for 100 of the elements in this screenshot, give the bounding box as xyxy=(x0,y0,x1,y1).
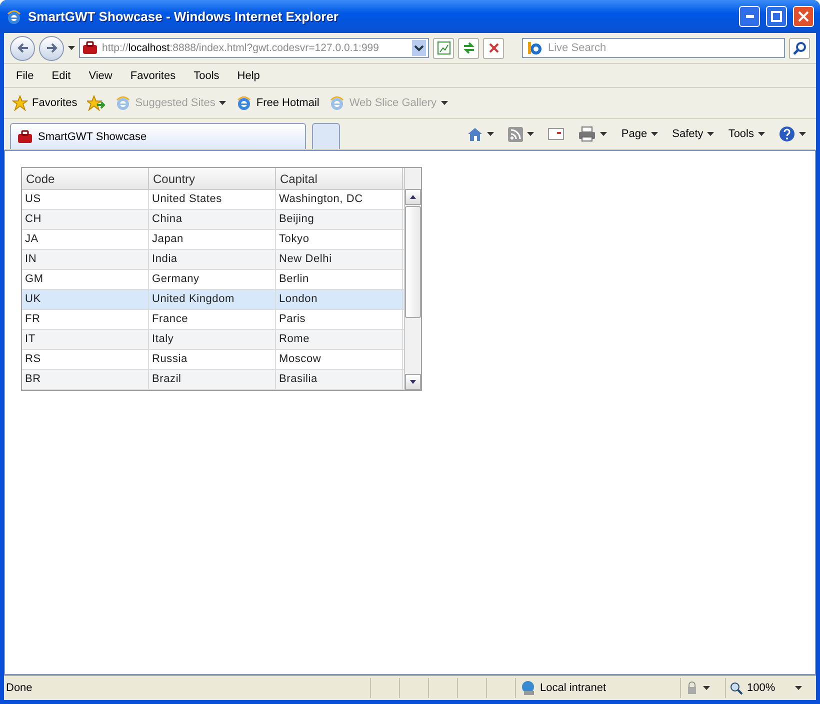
stop-icon xyxy=(488,42,500,54)
scroll-up-button[interactable] xyxy=(405,189,421,205)
help-icon xyxy=(779,126,795,142)
caret-icon xyxy=(703,686,710,690)
table-row[interactable]: IT Italy Rome xyxy=(22,330,404,350)
add-favorite-button[interactable] xyxy=(85,95,108,111)
address-field[interactable]: http://localhost:8888/index.html?gwt.codesvr=127.0.0.1:999 xyxy=(79,38,429,58)
table-cell: Russia xyxy=(149,350,276,369)
scroll-down-button[interactable] xyxy=(405,374,421,390)
forward-button[interactable] xyxy=(39,36,64,60)
menu-item[interactable]: View xyxy=(82,70,118,82)
table-cell: India xyxy=(149,250,276,269)
down-arrow-icon xyxy=(410,380,416,384)
toolbox-icon xyxy=(17,130,33,144)
menu-item[interactable]: Edit xyxy=(46,70,77,82)
caret-icon xyxy=(219,101,226,105)
e-logo-icon xyxy=(6,8,22,24)
caret-icon xyxy=(487,132,494,136)
table-cell: Paris xyxy=(276,310,403,329)
zoom-level-button[interactable]: 100% xyxy=(747,682,776,694)
caret-icon xyxy=(707,132,714,136)
back-button[interactable] xyxy=(10,36,35,60)
table-cell: Germany xyxy=(149,270,276,289)
compatibility-button[interactable] xyxy=(433,38,454,58)
maximize-icon xyxy=(771,11,782,22)
table-cell: Rome xyxy=(276,330,403,349)
table-row[interactable]: US United States Washington, DC xyxy=(22,190,404,210)
search-field[interactable]: Live Search xyxy=(522,38,785,58)
window-title: SmartGWT Showcase - Windows Internet Explorer xyxy=(28,9,340,24)
column-header[interactable]: Country xyxy=(149,168,276,189)
lock-icon xyxy=(685,681,699,695)
column-header[interactable]: Code xyxy=(22,168,149,189)
table-cell: FR xyxy=(22,310,149,329)
table-row[interactable]: RS Russia Moscow xyxy=(22,350,404,370)
e-logo-icon xyxy=(115,95,132,111)
table-cell: UK xyxy=(22,290,149,309)
stop-button[interactable] xyxy=(483,38,504,58)
arrow-right-icon xyxy=(46,42,58,54)
browser-tab[interactable]: SmartGWT Showcase xyxy=(10,123,306,149)
table-row[interactable]: GM Germany Berlin xyxy=(22,270,404,290)
add-favorite-icon xyxy=(87,95,106,111)
toolbox-icon xyxy=(82,41,98,55)
mail-icon xyxy=(548,128,564,140)
table-row[interactable]: IN India New Delhi xyxy=(22,250,404,270)
table-cell: US xyxy=(22,190,149,209)
table-cell: IN xyxy=(22,250,149,269)
table-cell: Beijing xyxy=(276,210,403,229)
table-cell: Tokyo xyxy=(276,230,403,249)
refresh-button[interactable] xyxy=(458,38,479,58)
column-header[interactable]: Capital xyxy=(276,168,403,189)
table-cell: France xyxy=(149,310,276,329)
table-row[interactable]: JA Japan Tokyo xyxy=(22,230,404,250)
menu-item[interactable]: File xyxy=(10,70,40,82)
zone-text: Local intranet xyxy=(540,682,606,694)
table-row[interactable]: BR Brazil Brasilia xyxy=(22,370,404,390)
maximize-button[interactable] xyxy=(766,6,787,27)
menu-item[interactable]: Tools xyxy=(188,70,226,82)
globe-icon xyxy=(520,680,536,696)
caret-icon xyxy=(440,101,448,105)
command-menu[interactable]: Tools xyxy=(724,128,769,140)
caret-icon xyxy=(600,132,608,136)
table-cell: Japan xyxy=(149,230,276,249)
caret-icon xyxy=(68,46,75,50)
search-button[interactable] xyxy=(789,38,810,58)
table-cell: Brazil xyxy=(149,370,276,389)
table-cell: CH xyxy=(22,210,149,229)
search-icon xyxy=(792,41,806,55)
minimize-button[interactable] xyxy=(739,6,760,27)
caret-icon xyxy=(795,686,802,690)
table-cell: RS xyxy=(22,350,149,369)
search-logo-icon xyxy=(526,41,542,55)
feed-icon xyxy=(508,126,524,142)
zoom-icon xyxy=(730,682,743,694)
caret-icon xyxy=(527,132,534,136)
command-menu[interactable]: Page xyxy=(617,128,662,140)
command-menu[interactable]: Safety xyxy=(668,128,718,140)
menu-item[interactable]: Favorites xyxy=(124,70,182,82)
scrollbar-thumb[interactable] xyxy=(405,206,421,318)
url-text: http://localhost:8888/index.html?gwt.codesvr=127.0.0.1:999 xyxy=(102,42,380,54)
favorites-bar-item[interactable]: Favorites xyxy=(10,95,80,111)
minimize-icon xyxy=(746,15,754,18)
menu-item[interactable]: Help xyxy=(231,70,266,82)
table-cell: Berlin xyxy=(276,270,403,289)
table-row[interactable]: FR France Paris xyxy=(22,310,404,330)
close-icon xyxy=(798,11,809,22)
table-cell: United States xyxy=(149,190,276,209)
home-icon xyxy=(467,126,484,142)
table-cell: BR xyxy=(22,370,149,389)
table-cell: IT xyxy=(22,330,149,349)
chart-icon xyxy=(436,41,450,55)
close-button[interactable] xyxy=(793,6,814,27)
caret-icon xyxy=(799,132,806,136)
refresh-icon xyxy=(462,41,476,55)
favorites-bar-item[interactable]: Free Hotmail xyxy=(234,95,322,111)
e-logo-icon xyxy=(329,95,346,111)
table-cell: China xyxy=(149,210,276,229)
table-row[interactable]: UK United Kingdom London xyxy=(22,290,404,310)
table-row[interactable]: CH China Beijing xyxy=(22,210,404,230)
caret-icon xyxy=(651,132,658,136)
caret-icon xyxy=(758,132,765,136)
